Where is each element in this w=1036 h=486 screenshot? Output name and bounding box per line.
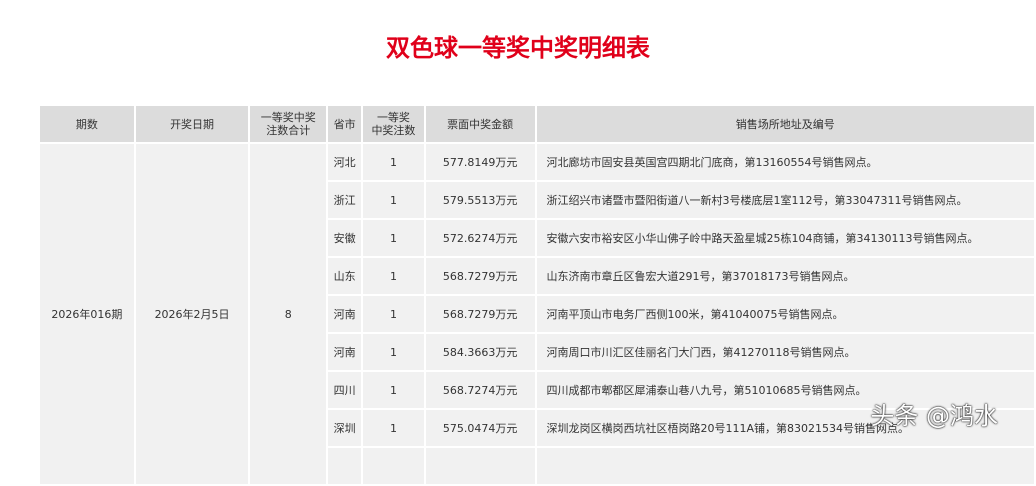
count-cell: 1 [361,408,426,448]
count-cell: 1 [361,218,426,258]
watermark: 头条 @鸿水 [870,402,998,430]
header-period: 期数 [38,104,136,144]
province-cell: 四川 [326,370,364,410]
count-cell: 1 [361,180,426,220]
amount-cell: 568.7279万元 [423,294,537,334]
address-cell: 安徽六安市裕安区小华山佛子岭中路天盈星城25栋104商铺，第34130113号销… [534,218,1036,258]
period-cell: 2026年016期 [38,142,136,486]
amount-cell: 577.8149万元 [423,142,537,182]
province-cell: 山东 [326,256,364,296]
count-cell: 1 [361,370,426,410]
total-cell: 8 [248,142,329,486]
header-address: 销售场所地址及编号 [534,104,1036,144]
header-province: 省市 [326,104,364,144]
count-cell: 1 [361,256,426,296]
amount-cell: 568.7279万元 [423,256,537,296]
province-cell: 安徽 [326,218,364,258]
address-cell: 河南周口市川汇区佳丽名门大门西，第41270118号销售网点。 [534,332,1036,372]
page-title: 双色球一等奖中奖明细表 [386,34,650,62]
header-count: 一等奖 中奖注数 [361,104,426,144]
amount-cell: 568.7274万元 [423,370,537,410]
header-date: 开奖日期 [133,104,251,144]
province-cell: 河北 [326,142,364,182]
count-cell: 1 [361,332,426,372]
amount-cell: 572.6274万元 [423,218,537,258]
address-cell: 河南平顶山市电务厂西侧100米，第41040075号销售网点。 [534,294,1036,334]
header-total: 一等奖中奖 注数合计 [248,104,329,144]
address-cell: 河北廊坊市固安县英国宫四期北门底商，第13160554号销售网点。 [534,142,1036,182]
table-header: 期数 开奖日期 一等奖中奖 注数合计 省市 一等奖 中奖注数 票面中奖金额 销售场所… [38,104,1036,144]
amount-cell: 575.0474万元 [423,408,537,448]
province-cell: 河南 [326,332,364,372]
province-cell: 深圳 [326,408,364,448]
province-cell: 河南 [326,294,364,334]
count-cell: 1 [361,294,426,334]
date-cell: 2026年2月5日 [133,142,251,486]
address-cell: 浙江绍兴市诸暨市暨阳街道八一新村3号楼底层1室112号，第33047311号销售… [534,180,1036,220]
count-cell: 1 [361,142,426,182]
header-amount: 票面中奖金额 [423,104,537,144]
address-cell: 山东济南市章丘区鲁宏大道291号，第37018173号销售网点。 [534,256,1036,296]
amount-cell: 584.3663万元 [423,332,537,372]
province-cell: 浙江 [326,180,364,220]
table-row: 2026年016期 2026年2月5日 8 河北 1 577.8149万元 河北廊坊市固安县… [38,142,1036,486]
amount-cell: 579.5513万元 [423,180,537,220]
